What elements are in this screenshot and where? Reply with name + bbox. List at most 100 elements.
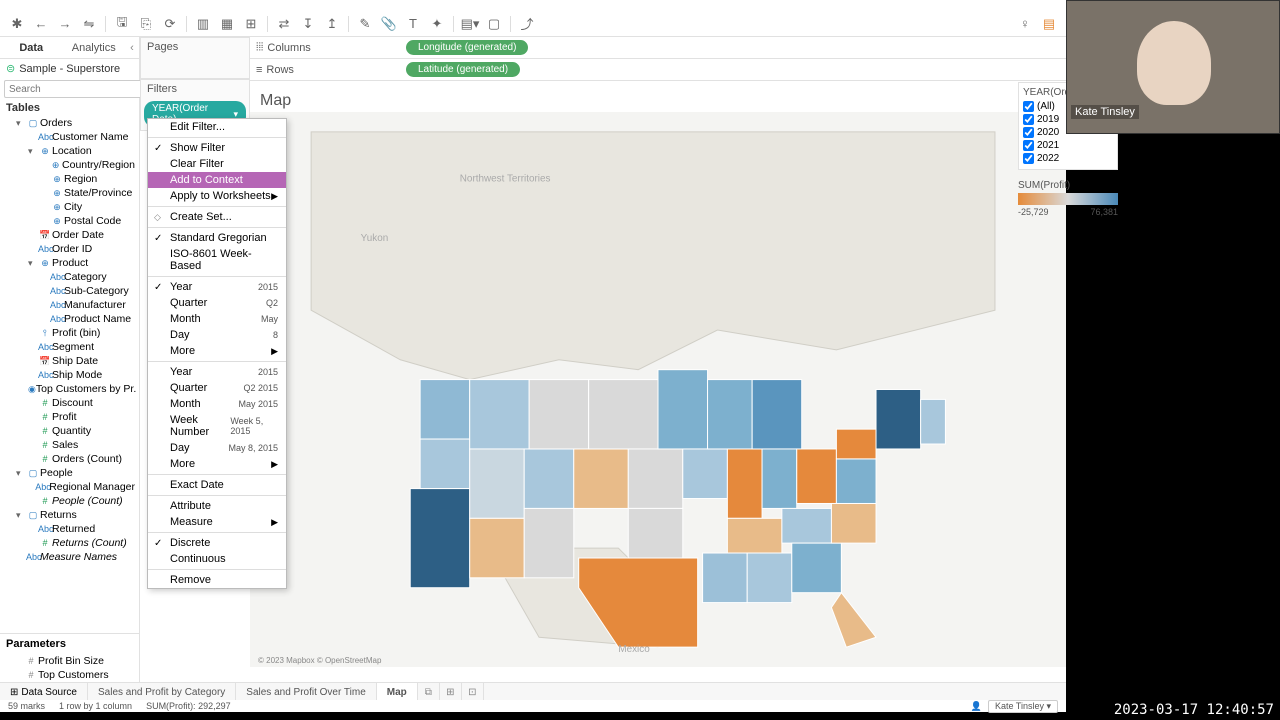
swap-icon[interactable]: ⇋ (78, 13, 100, 35)
analytics-tab[interactable]: Analytics (63, 37, 126, 58)
field-product[interactable]: ▾⊕Product (2, 256, 137, 270)
menu-remove[interactable]: Remove (148, 572, 286, 588)
attach-icon[interactable]: 📎 (378, 13, 400, 35)
menu-day[interactable]: DayMay 8, 2015 (148, 440, 286, 456)
menu-month[interactable]: MonthMay (148, 311, 286, 327)
field-regional-manager[interactable]: AbcRegional Manager (2, 480, 137, 494)
field-postal-code[interactable]: ⊕Postal Code (2, 214, 137, 228)
field-sub-category[interactable]: AbcSub-Category (2, 284, 137, 298)
field-profit[interactable]: #Profit (2, 410, 137, 424)
year-checkbox[interactable] (1023, 153, 1034, 164)
logo-icon[interactable]: ✱ (6, 13, 28, 35)
menu-quarter[interactable]: QuarterQ2 2015 (148, 380, 286, 396)
fit-icon[interactable]: ▤▾ (459, 13, 481, 35)
param-top-customers[interactable]: #Top Customers (0, 668, 139, 682)
save-icon[interactable]: 🖫 (111, 13, 133, 35)
menu-week-number[interactable]: Week NumberWeek 5, 2015 (148, 412, 286, 440)
menu-clear-filter[interactable]: Clear Filter (148, 156, 286, 172)
field-people-count-[interactable]: #People (Count) (2, 494, 137, 508)
swap-axes-icon[interactable]: ⇄ (273, 13, 295, 35)
year-option-2021[interactable]: 2021 (1023, 139, 1113, 152)
search-input[interactable] (4, 80, 146, 98)
menu-day[interactable]: Day8 (148, 327, 286, 343)
year-checkbox[interactable] (1023, 127, 1034, 138)
field-order-id[interactable]: AbcOrder ID (2, 242, 137, 256)
present-icon[interactable]: ▢ (483, 13, 505, 35)
menu-quarter[interactable]: QuarterQ2 (148, 295, 286, 311)
year-checkbox[interactable] (1023, 140, 1034, 151)
field-orders-count-[interactable]: #Orders (Count) (2, 452, 137, 466)
menu-show-filter[interactable]: Show Filter (148, 140, 286, 156)
menu-measure[interactable]: Measure▶ (148, 514, 286, 530)
field-category[interactable]: AbcCategory (2, 270, 137, 284)
datasource-item[interactable]: ⊜ Sample - Superstore (0, 59, 139, 78)
chart-icon[interactable]: ▥ (192, 13, 214, 35)
menu-edit-filter-[interactable]: Edit Filter... (148, 119, 286, 135)
showme-icon[interactable]: ▤ (1038, 13, 1060, 35)
map-canvas[interactable]: Yukon Northwest Territories Mexico © 202… (250, 112, 1066, 667)
field-ship-mode[interactable]: AbcShip Mode (2, 368, 137, 382)
field-top-customers-by-pr-[interactable]: ◉Top Customers by Pr... (2, 382, 137, 396)
menu-standard-gregorian[interactable]: Standard Gregorian (148, 230, 286, 246)
menu-continuous[interactable]: Continuous (148, 551, 286, 567)
field-location[interactable]: ▾⊕Location (2, 144, 137, 158)
legend-gradient[interactable] (1018, 193, 1118, 205)
pin-icon[interactable]: ✦ (426, 13, 448, 35)
columns-shelf[interactable]: ⦙⦙⦙Columns Longitude (generated) (250, 37, 1066, 59)
pages-shelf[interactable]: Pages (140, 37, 250, 79)
latitude-pill[interactable]: Latitude (generated) (406, 62, 520, 77)
year-option-2022[interactable]: 2022 (1023, 152, 1113, 165)
menu-attribute[interactable]: Attribute (148, 498, 286, 514)
sort-desc-icon[interactable]: ↥ (321, 13, 343, 35)
field-quantity[interactable]: #Quantity (2, 424, 137, 438)
sheet-title[interactable]: Map (260, 92, 291, 110)
highlight-icon[interactable]: ✎ (354, 13, 376, 35)
menu-more[interactable]: More▶ (148, 456, 286, 472)
field-manufacturer[interactable]: AbcManufacturer (2, 298, 137, 312)
menu-month[interactable]: MonthMay 2015 (148, 396, 286, 412)
field-measure-names[interactable]: AbcMeasure Names (2, 550, 137, 564)
sort-asc-icon[interactable]: ↧ (297, 13, 319, 35)
new-data-icon[interactable]: ⎘ (135, 13, 157, 35)
group-icon[interactable]: ▦ (216, 13, 238, 35)
field-order-date[interactable]: 📅Order Date (2, 228, 137, 242)
menu-year[interactable]: Year2015 (148, 279, 286, 295)
guide-icon[interactable]: ♀ (1014, 13, 1036, 35)
menu-add-to-context[interactable]: Add to Context (148, 172, 286, 188)
menu-exact-date[interactable]: Exact Date (148, 477, 286, 493)
field-ship-date[interactable]: 📅Ship Date (2, 354, 137, 368)
forward-icon[interactable]: → (54, 13, 76, 35)
share-icon[interactable]: ⤴ (516, 13, 538, 35)
field-returns-count-[interactable]: #Returns (Count) (2, 536, 137, 550)
user-dropdown[interactable]: Kate Tinsley ▾ (988, 700, 1058, 713)
menu-create-set-[interactable]: Create Set... (148, 209, 286, 225)
menu-discrete[interactable]: Discrete (148, 535, 286, 551)
back-icon[interactable]: ← (30, 13, 52, 35)
sort-icon[interactable]: ⊞ (240, 13, 262, 35)
year-checkbox[interactable] (1023, 101, 1034, 112)
refresh-icon[interactable]: ⟳ (159, 13, 181, 35)
field-segment[interactable]: AbcSegment (2, 340, 137, 354)
field-discount[interactable]: #Discount (2, 396, 137, 410)
longitude-pill[interactable]: Longitude (generated) (406, 40, 528, 55)
field-state-province[interactable]: ⊕State/Province (2, 186, 137, 200)
field-sales[interactable]: #Sales (2, 438, 137, 452)
data-tab[interactable]: Data (0, 37, 63, 58)
field-product-name[interactable]: AbcProduct Name (2, 312, 137, 326)
field-region[interactable]: ⊕Region (2, 172, 137, 186)
field-customer-name[interactable]: AbcCustomer Name (2, 130, 137, 144)
field-orders[interactable]: ▾▢Orders (2, 116, 137, 130)
field-profit-bin-[interactable]: ⫯Profit (bin) (2, 326, 137, 340)
menu-more[interactable]: More▶ (148, 343, 286, 359)
menu-year[interactable]: Year2015 (148, 364, 286, 380)
field-country-region[interactable]: ⊕Country/Region (2, 158, 137, 172)
field-returns[interactable]: ▾▢Returns (2, 508, 137, 522)
field-returned[interactable]: AbcReturned (2, 522, 137, 536)
rows-shelf[interactable]: ≡Rows Latitude (generated) (250, 59, 1066, 81)
menu-apply-to-worksheets[interactable]: Apply to Worksheets▶ (148, 188, 286, 204)
field-city[interactable]: ⊕City (2, 200, 137, 214)
menu-iso-8601-week-based[interactable]: ISO-8601 Week-Based (148, 246, 286, 274)
param-profit-bin-size[interactable]: #Profit Bin Size (0, 654, 139, 668)
text-icon[interactable]: T (402, 13, 424, 35)
year-checkbox[interactable] (1023, 114, 1034, 125)
